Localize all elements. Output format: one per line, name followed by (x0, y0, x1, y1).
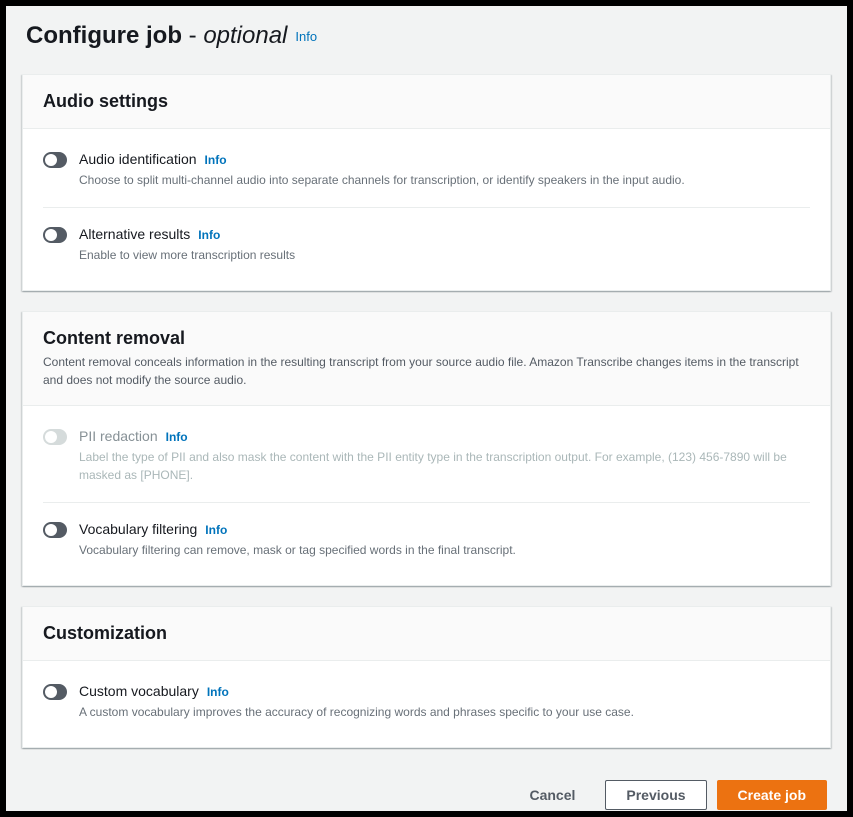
page-container: Configure job - optional Info Audio sett… (6, 6, 847, 811)
vocabulary-filtering-toggle[interactable] (43, 522, 67, 538)
custom-vocabulary-content: Custom vocabulary Info A custom vocabula… (79, 683, 810, 721)
audio-identification-row: Audio identification Info Choose to spli… (43, 133, 810, 208)
customization-header: Customization (23, 607, 830, 661)
customization-body: Custom vocabulary Info A custom vocabula… (23, 661, 830, 747)
create-job-button[interactable]: Create job (717, 780, 827, 810)
content-removal-header: Content removal Content removal conceals… (23, 312, 830, 406)
custom-vocabulary-label: Custom vocabulary (79, 683, 199, 699)
content-removal-panel: Content removal Content removal conceals… (22, 311, 831, 586)
custom-vocabulary-toggle[interactable] (43, 684, 67, 700)
vocabulary-filtering-label-row: Vocabulary filtering Info (79, 521, 810, 537)
audio-identification-content: Audio identification Info Choose to spli… (79, 151, 810, 189)
audio-settings-body: Audio identification Info Choose to spli… (23, 129, 830, 290)
vocabulary-filtering-desc: Vocabulary filtering can remove, mask or… (79, 541, 810, 559)
pii-redaction-toggle (43, 429, 67, 445)
page-title: Configure job - optional (26, 22, 287, 50)
page-title-optional: optional (203, 22, 287, 49)
content-removal-subtitle: Content removal conceals information in … (43, 353, 810, 389)
audio-identification-label-row: Audio identification Info (79, 151, 810, 167)
audio-identification-info-link[interactable]: Info (205, 153, 227, 167)
audio-identification-desc: Choose to split multi-channel audio into… (79, 171, 810, 189)
alternative-results-desc: Enable to view more transcription result… (79, 246, 810, 264)
pii-redaction-desc: Label the type of PII and also mask the … (79, 448, 810, 484)
vocabulary-filtering-row: Vocabulary filtering Info Vocabulary fil… (43, 503, 810, 577)
alternative-results-info-link[interactable]: Info (198, 228, 220, 242)
previous-button[interactable]: Previous (605, 780, 706, 810)
page-header: Configure job - optional Info (22, 18, 831, 58)
customization-title: Customization (43, 623, 810, 644)
footer: Cancel Previous Create job (22, 768, 831, 811)
vocabulary-filtering-content: Vocabulary filtering Info Vocabulary fil… (79, 521, 810, 559)
audio-settings-panel: Audio settings Audio identification Info… (22, 74, 831, 291)
pii-redaction-label: PII redaction (79, 428, 158, 444)
customization-panel: Customization Custom vocabulary Info A c… (22, 606, 831, 748)
alternative-results-content: Alternative results Info Enable to view … (79, 226, 810, 264)
alternative-results-label-row: Alternative results Info (79, 226, 810, 242)
vocabulary-filtering-info-link[interactable]: Info (205, 523, 227, 537)
pii-redaction-row: PII redaction Info Label the type of PII… (43, 410, 810, 503)
page-title-separator: - (182, 22, 203, 49)
audio-settings-title: Audio settings (43, 91, 810, 112)
audio-identification-label: Audio identification (79, 151, 197, 167)
page-info-link[interactable]: Info (295, 29, 317, 44)
alternative-results-label: Alternative results (79, 226, 190, 242)
audio-settings-header: Audio settings (23, 75, 830, 129)
alternative-results-toggle[interactable] (43, 227, 67, 243)
vocabulary-filtering-label: Vocabulary filtering (79, 521, 197, 537)
pii-redaction-content: PII redaction Info Label the type of PII… (79, 428, 810, 484)
custom-vocabulary-info-link[interactable]: Info (207, 685, 229, 699)
content-removal-body: PII redaction Info Label the type of PII… (23, 406, 830, 585)
cancel-button[interactable]: Cancel (509, 781, 595, 809)
content-removal-title: Content removal (43, 328, 810, 349)
custom-vocabulary-desc: A custom vocabulary improves the accurac… (79, 703, 810, 721)
pii-redaction-info-link[interactable]: Info (166, 430, 188, 444)
audio-identification-toggle[interactable] (43, 152, 67, 168)
pii-redaction-label-row: PII redaction Info (79, 428, 810, 444)
alternative-results-row: Alternative results Info Enable to view … (43, 208, 810, 282)
page-title-main: Configure job (26, 22, 182, 49)
custom-vocabulary-row: Custom vocabulary Info A custom vocabula… (43, 665, 810, 739)
custom-vocabulary-label-row: Custom vocabulary Info (79, 683, 810, 699)
